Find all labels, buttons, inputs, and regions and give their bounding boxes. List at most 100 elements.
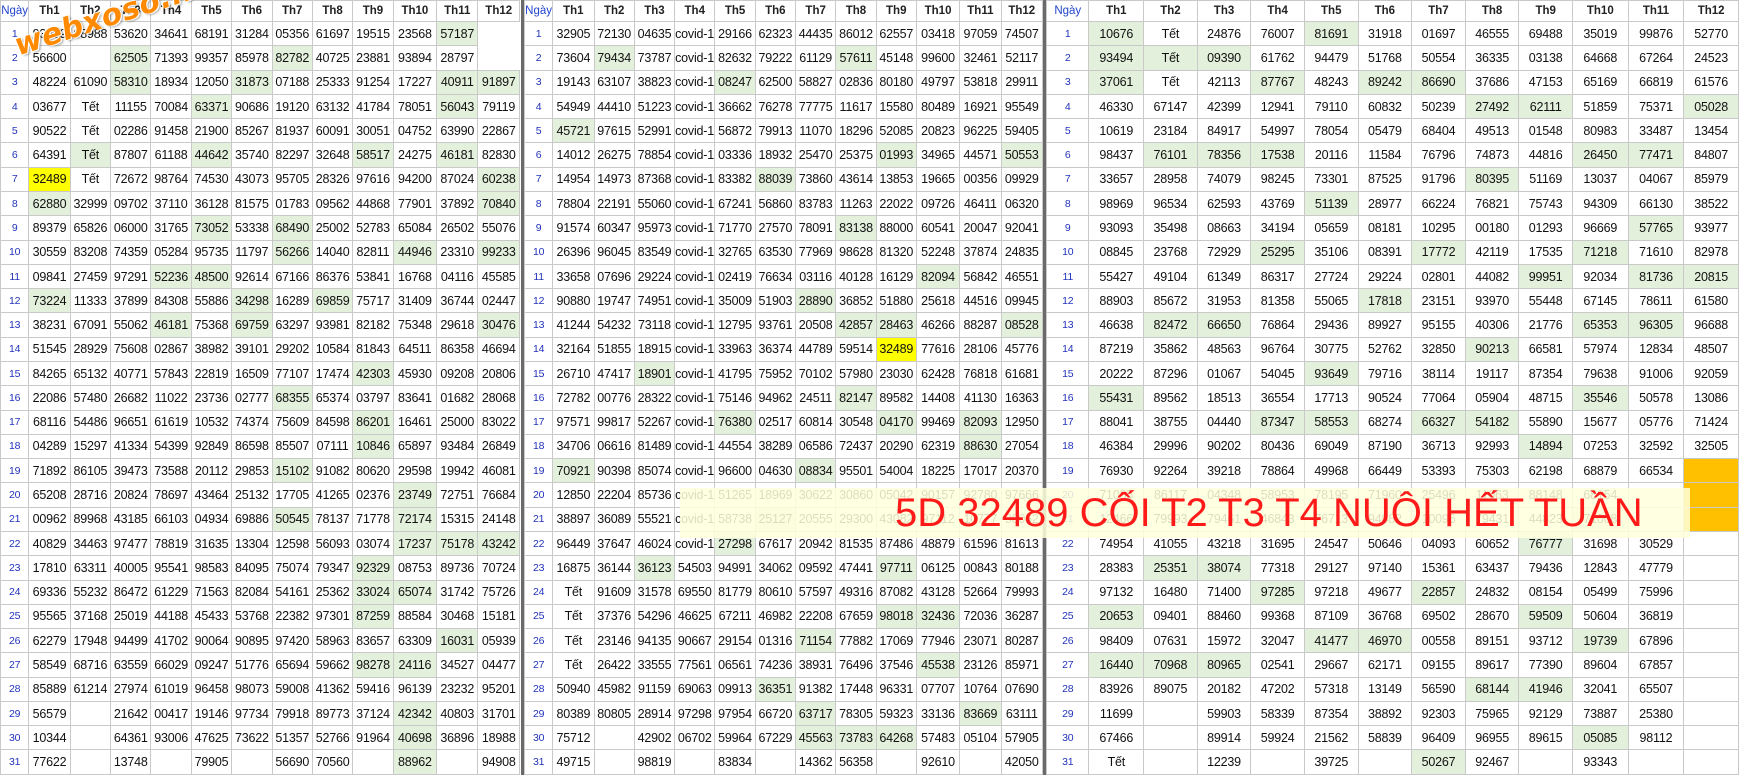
result-cell: 61129 <box>794 45 837 71</box>
result-cell: 27570 <box>754 215 797 241</box>
result-cell: 37686 <box>1464 69 1520 95</box>
header-month: Th5 <box>190 0 233 23</box>
result-cell: 45721 <box>552 118 595 144</box>
result-cell: 61681 <box>1000 360 1044 387</box>
result-cell: 62111 <box>1518 93 1573 120</box>
result-cell: 16921 <box>959 93 1002 120</box>
result-cell: 80489 <box>915 93 961 120</box>
result-cell: 07111 <box>311 433 354 460</box>
day-cell: 8 <box>0 191 30 217</box>
result-cell: 99357 <box>190 45 233 71</box>
day-cell: 20 <box>523 482 554 508</box>
result-cell: 32505 <box>1683 433 1739 460</box>
result-cell: 03418 <box>915 21 961 47</box>
result-cell: 45930 <box>392 360 438 387</box>
table-row: 18347060661681489covid-19445543828906586… <box>523 433 1044 460</box>
result-cell: 96305 <box>1627 312 1685 338</box>
result-cell: 05104 <box>959 725 1002 751</box>
result-cell: 83549 <box>633 239 676 265</box>
result-cell: 38231 <box>28 312 71 338</box>
table-row: 5 10619 23184 84917 54997 78054 05479 68404 4951… <box>1045 118 1739 144</box>
result-cell: 17538 <box>1250 142 1305 168</box>
result-cell: 50554 <box>1411 45 1466 71</box>
result-cell: 35546 <box>1571 385 1629 411</box>
result-cell: 02867 <box>150 336 192 362</box>
result-cell: 55448 <box>1518 288 1573 314</box>
result-cell: 89582 <box>875 385 917 411</box>
result-cell: 75996 <box>1627 579 1685 605</box>
result-cell: 27724 <box>1303 263 1359 290</box>
result-cell: 34463 <box>69 530 112 557</box>
result-cell: 45585 <box>477 263 520 290</box>
result-cell: 97954 <box>714 700 756 727</box>
result-cell: 26450 <box>1571 142 1629 168</box>
result-cell: 67241 <box>714 191 756 217</box>
result-cell: 79434 <box>593 45 635 71</box>
result-cell: 73622 <box>231 725 273 751</box>
table-row: 8 62880 32999 09702 37110 36128 81575 01783 0956… <box>0 191 520 217</box>
table-row: 12908801974774951covid-19350095190328890… <box>523 288 1044 314</box>
table-row: 10 08845 23768 72929 25295 35106 08391 17772 421… <box>1045 239 1739 265</box>
table-row: 25 95565 37168 25019 44188 45433 53768 22382 973… <box>0 603 520 630</box>
result-cell: 91006 <box>1627 360 1685 387</box>
result-cell: 28106 <box>959 336 1002 362</box>
result-cell <box>1683 458 1739 484</box>
result-cell: 16480 <box>1143 579 1198 605</box>
result-cell: 06586 <box>794 433 837 460</box>
result-cell: 21900 <box>190 118 233 144</box>
result-cell: 75368 <box>190 312 233 338</box>
result-cell: 04752 <box>392 118 438 144</box>
result-cell: 42303 <box>352 360 394 387</box>
result-cell: 14973 <box>593 166 635 193</box>
table-row: 22 40829 34463 97477 78819 31635 13304 12598 560… <box>0 530 520 557</box>
result-cell: 37124 <box>352 700 394 727</box>
result-cell: 76684 <box>477 482 520 508</box>
result-cell: 09247 <box>190 652 233 678</box>
result-cell: 73052 <box>190 215 233 241</box>
result-cell: 17474 <box>311 360 354 387</box>
result-cell: 23768 <box>1143 239 1198 265</box>
day-cell: 12 <box>1045 288 1090 314</box>
result-cell: 59662 <box>311 652 354 678</box>
result-cell: 80389 <box>552 700 595 727</box>
result-cell: 51855 <box>593 336 635 362</box>
result-cell: 01783 <box>271 191 313 217</box>
result-cell: 75717 <box>352 288 394 314</box>
result-cell: 85971 <box>1000 652 1044 678</box>
day-cell: 2 <box>523 45 554 71</box>
result-cell: 04934 <box>190 506 233 532</box>
result-cell: 11263 <box>835 191 877 217</box>
result-cell: 05659 <box>1303 215 1359 241</box>
result-cell: 83641 <box>392 385 438 411</box>
result-cell: 43242 <box>477 530 520 557</box>
result-cell: 94499 <box>110 628 152 654</box>
day-cell: 27 <box>523 652 554 678</box>
result-cell: 73787 <box>633 45 676 71</box>
result-cell: 02517 <box>754 409 797 435</box>
result-cell: 36554 <box>1250 385 1305 411</box>
result-cell: 29667 <box>1303 652 1359 678</box>
result-cell: 88000 <box>875 215 917 241</box>
result-cell: 60832 <box>1357 93 1413 120</box>
result-cell: 67091 <box>69 312 112 338</box>
result-cell: 58553 <box>1303 409 1359 435</box>
result-cell: 12239 <box>1196 749 1252 775</box>
result-cell: 03074 <box>352 530 394 557</box>
result-cell: 37376 <box>593 603 635 630</box>
result-cell <box>69 725 112 751</box>
results-table-left: Ngày Th1 Th2 Th3 Th4 Th5 Th6 Th7 Th8 Th9 Th10 Th11 T… <box>0 0 520 775</box>
result-cell: 78697 <box>150 482 192 508</box>
result-cell: 93712 <box>1518 628 1573 654</box>
result-cell: 46982 <box>754 603 797 630</box>
result-cell: 86012 <box>835 21 877 47</box>
result-cell: 91964 <box>352 725 394 751</box>
result-cell: 42050 <box>1000 749 1044 775</box>
result-cell: 16509 <box>231 360 273 387</box>
result-cell: 26682 <box>110 385 152 411</box>
result-cell: 93006 <box>150 725 192 751</box>
result-cell: 74507 <box>1000 21 1044 47</box>
result-cell: 00843 <box>959 555 1002 581</box>
result-cell: 46330 <box>1088 93 1145 120</box>
result-cell: 82472 <box>1143 312 1198 338</box>
result-cell: 56872 <box>714 118 756 144</box>
